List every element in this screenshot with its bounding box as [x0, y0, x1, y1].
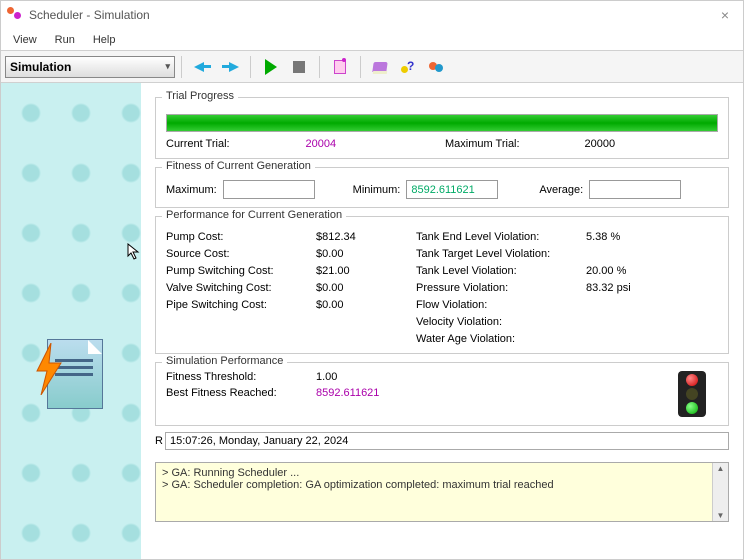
velocity-value — [586, 316, 666, 328]
document-icon — [37, 333, 105, 413]
sidebar — [1, 83, 141, 559]
fitness-avg-value — [589, 180, 681, 199]
app-window: Scheduler - Simulation × View Run Help S… — [0, 0, 744, 560]
tank-end-value: 5.38 % — [586, 231, 666, 243]
titlebar: Scheduler - Simulation × — [1, 1, 743, 29]
separator — [319, 56, 320, 78]
options-icon — [332, 59, 348, 75]
close-icon[interactable]: × — [713, 7, 737, 23]
play-icon — [265, 59, 277, 75]
fitness-max-label: Maximum: — [166, 184, 217, 196]
scroll-up-icon[interactable]: ▲ — [716, 463, 726, 474]
best-fitness-value: 8592.611621 — [316, 387, 436, 399]
waterage-label: Water Age Violation: — [416, 333, 586, 345]
separator — [250, 56, 251, 78]
book-icon — [373, 59, 389, 75]
timestamp-value: 15:07:26, Monday, January 22, 2024 — [165, 432, 729, 450]
max-trial-value: 20000 — [585, 138, 616, 150]
scroll-down-icon[interactable]: ▼ — [716, 510, 726, 521]
fitness-threshold-value: 1.00 — [316, 371, 436, 383]
max-trial-label: Maximum Trial: — [445, 138, 520, 150]
workarea: Trial Progress Current Trial: 20004 Maxi… — [1, 83, 743, 559]
help-button[interactable] — [397, 55, 421, 79]
pump-cost-value: $812.34 — [316, 231, 416, 243]
performance-title: Performance for Current Generation — [162, 209, 346, 221]
mode-dropdown-label: Simulation — [10, 60, 71, 74]
fitness-threshold-label: Fitness Threshold: — [166, 371, 316, 383]
trial-progress-title: Trial Progress — [162, 90, 238, 102]
trial-progress-group: Trial Progress Current Trial: 20004 Maxi… — [155, 97, 729, 159]
timestamp-row: R 15:07:26, Monday, January 22, 2024 — [155, 432, 729, 450]
flow-label: Flow Violation: — [416, 299, 586, 311]
current-trial-label: Current Trial: — [166, 138, 230, 150]
source-cost-label: Source Cost: — [166, 248, 316, 260]
separator — [360, 56, 361, 78]
separator — [181, 56, 182, 78]
log-panel: GA: Running Scheduler ... GA: Scheduler … — [155, 462, 729, 522]
help-icon — [401, 59, 417, 75]
sim-performance-group: Simulation Performance Fitness Threshold… — [155, 362, 729, 426]
main-panel: Trial Progress Current Trial: 20004 Maxi… — [141, 83, 743, 559]
current-trial-value: 20004 — [306, 138, 337, 150]
settings-button[interactable] — [425, 55, 449, 79]
tank-level-label: Tank Level Violation: — [416, 265, 586, 277]
velocity-label: Velocity Violation: — [416, 316, 586, 328]
log-line: GA: Running Scheduler ... — [162, 467, 722, 479]
menubar: View Run Help — [1, 29, 743, 51]
app-icon — [7, 7, 23, 23]
pump-sw-value: $21.00 — [316, 265, 416, 277]
pipe-sw-value: $0.00 — [316, 299, 416, 311]
back-button[interactable] — [190, 55, 214, 79]
sim-performance-title: Simulation Performance — [162, 355, 287, 367]
waterage-value — [586, 333, 666, 345]
menu-run[interactable]: Run — [47, 32, 83, 48]
stop-button[interactable] — [287, 55, 311, 79]
lightning-icon — [33, 343, 65, 395]
source-cost-value: $0.00 — [316, 248, 416, 260]
fitness-avg-label: Average: — [539, 184, 583, 196]
performance-group: Performance for Current Generation Pump … — [155, 216, 729, 354]
flow-value — [586, 299, 666, 311]
window-title: Scheduler - Simulation — [29, 8, 713, 22]
run-button[interactable] — [259, 55, 283, 79]
pressure-label: Pressure Violation: — [416, 282, 586, 294]
arrow-right-icon — [229, 62, 239, 72]
pump-sw-label: Pump Switching Cost: — [166, 265, 316, 277]
gear-icon — [429, 59, 445, 75]
pipe-sw-label: Pipe Switching Cost: — [166, 299, 316, 311]
menu-view[interactable]: View — [5, 32, 45, 48]
timestamp-prefix: R — [155, 435, 165, 447]
book-button[interactable] — [369, 55, 393, 79]
fitness-max-value — [223, 180, 315, 199]
fitness-group: Fitness of Current Generation Maximum: M… — [155, 167, 729, 208]
options-button[interactable] — [328, 55, 352, 79]
fitness-min-value: 8592.611621 — [406, 180, 498, 199]
best-fitness-label: Best Fitness Reached: — [166, 387, 316, 399]
tank-target-value — [586, 248, 666, 260]
tank-level-value: 20.00 % — [586, 265, 666, 277]
fitness-min-label: Minimum: — [353, 184, 401, 196]
tank-target-label: Tank Target Level Violation: — [416, 248, 586, 260]
pump-cost-label: Pump Cost: — [166, 231, 316, 243]
pressure-value: 83.32 psi — [586, 282, 666, 294]
stop-icon — [293, 61, 305, 73]
log-line: GA: Scheduler completion: GA optimizatio… — [162, 479, 722, 491]
tank-end-label: Tank End Level Violation: — [416, 231, 586, 243]
progress-bar — [166, 114, 718, 132]
forward-button[interactable] — [218, 55, 242, 79]
valve-sw-label: Valve Switching Cost: — [166, 282, 316, 294]
scrollbar[interactable]: ▲▼ — [712, 463, 728, 521]
toolbar: Simulation — [1, 51, 743, 83]
fitness-title: Fitness of Current Generation — [162, 160, 315, 172]
mode-dropdown[interactable]: Simulation — [5, 56, 175, 78]
valve-sw-value: $0.00 — [316, 282, 416, 294]
traffic-light-icon — [678, 371, 706, 417]
menu-help[interactable]: Help — [85, 32, 124, 48]
